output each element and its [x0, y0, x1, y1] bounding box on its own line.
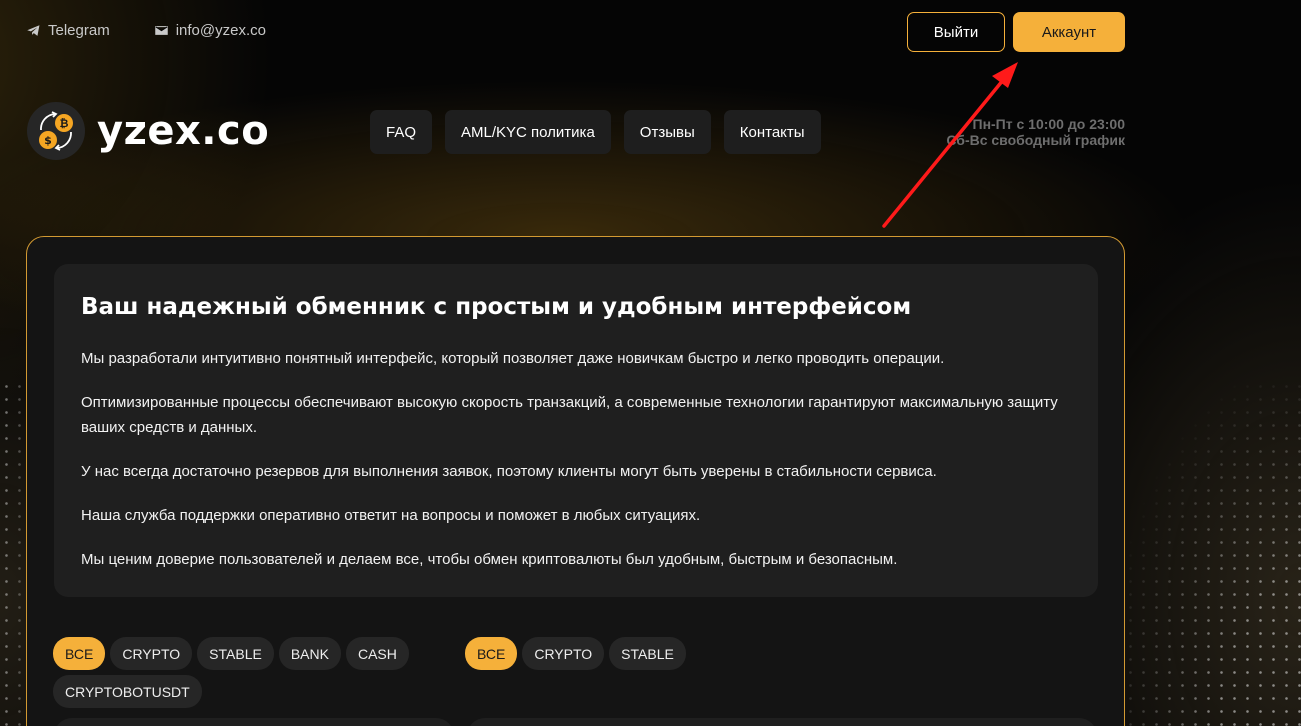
intro-card: Ваш надежный обменник с простым и удобны… — [54, 264, 1098, 597]
svg-text:₿: ₿ — [60, 117, 69, 130]
exchange-coins-icon: ₿ $ — [27, 102, 85, 160]
intro-title: Ваш надежный обменник с простым и удобны… — [81, 294, 912, 320]
get-currency-list — [467, 718, 1097, 726]
email-label: info@yzex.co — [175, 22, 266, 39]
nav-contacts[interactable]: Контакты — [723, 110, 821, 154]
email-link[interactable]: info@yzex.co — [154, 22, 266, 39]
telegram-icon — [27, 25, 40, 36]
account-button[interactable]: Аккаунт — [1013, 12, 1125, 52]
filter-get-all[interactable]: ВСЕ — [465, 637, 518, 670]
dot-pattern-right — [1111, 380, 1301, 726]
main-panel: Ваш надежный обменник с простым и удобны… — [26, 236, 1125, 726]
brand-name: yzex.co — [97, 108, 270, 154]
filter-give-crypto[interactable]: CRYPTO — [110, 637, 193, 670]
filter-get-crypto[interactable]: CRYPTO — [522, 637, 605, 670]
filter-give-cryptobotusdt[interactable]: CRYPTOBOTUSDT — [53, 675, 202, 708]
filter-give-cash[interactable]: CASH — [345, 637, 409, 670]
intro-paragraph: У нас всегда достаточно резервов для вып… — [81, 463, 937, 480]
auth-buttons: Выйти Аккаунт — [907, 12, 1125, 52]
top-contacts: Telegram info@yzex.co — [26, 22, 266, 39]
telegram-label: Telegram — [48, 22, 110, 39]
intro-paragraph: Мы разработали интуитивно понятный интер… — [81, 350, 945, 367]
nav-reviews[interactable]: Отзывы — [623, 110, 711, 154]
nav-faq[interactable]: FAQ — [370, 110, 433, 154]
logout-button[interactable]: Выйти — [907, 12, 1005, 52]
working-hours: Пн-Пт с 10:00 до 23:00 Сб-Вс свободный г… — [946, 116, 1125, 148]
mail-icon — [154, 26, 168, 35]
filter-give-bank[interactable]: BANK — [278, 637, 341, 670]
get-currency-filters: ВСЕ CRYPTO STABLE — [465, 637, 765, 670]
filter-get-stable[interactable]: STABLE — [609, 637, 686, 670]
give-currency-filters: ВСЕ CRYPTO STABLE BANK CASH CRYPTOBOTUSD… — [53, 637, 413, 708]
give-currency-list — [54, 718, 454, 726]
intro-paragraph: Мы ценим доверие пользователей и делаем … — [81, 551, 898, 568]
site-logo[interactable]: ₿ $ yzex.co — [27, 102, 269, 160]
nav-aml-kyc[interactable]: AML/KYC политика — [445, 110, 611, 154]
intro-paragraph: Наша служба поддержки оперативно ответит… — [81, 507, 701, 524]
svg-text:$: $ — [44, 134, 52, 147]
main-nav: FAQ AML/KYC политика Отзывы Контакты — [370, 110, 821, 154]
hours-weekend: Сб-Вс свободный график — [946, 132, 1125, 148]
filter-give-stable[interactable]: STABLE — [197, 637, 274, 670]
intro-paragraph: Оптимизированные процессы обеспечивают в… — [81, 394, 1058, 436]
hours-weekdays: Пн-Пт с 10:00 до 23:00 — [972, 116, 1126, 132]
filter-give-all[interactable]: ВСЕ — [53, 637, 106, 670]
telegram-link[interactable]: Telegram — [26, 22, 110, 39]
